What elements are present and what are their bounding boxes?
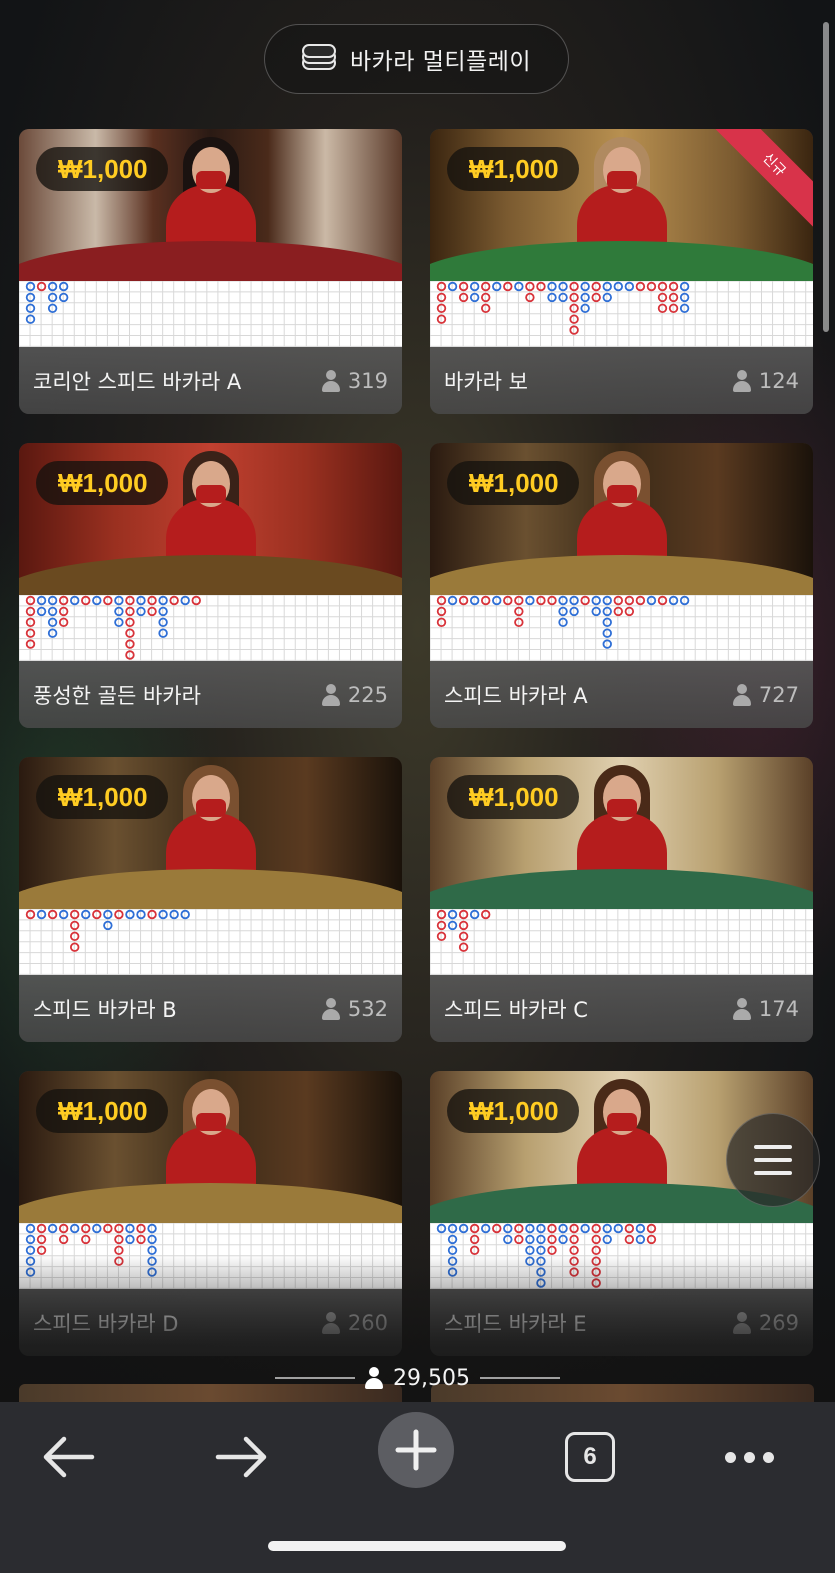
- table-title: 스피드 바카라 C: [444, 997, 588, 1022]
- live-dealer-video: ₩1,000: [430, 757, 813, 909]
- lobby-title-pill[interactable]: 바카라 멀티플레이: [264, 24, 569, 94]
- table-title: 스피드 바카라 E: [444, 1311, 587, 1336]
- player-count-value: 174: [758, 996, 799, 1021]
- player-count: 319: [321, 368, 388, 393]
- bead-road: [430, 281, 813, 347]
- live-dealer-video: ₩1,000 신규: [430, 129, 813, 281]
- table-card[interactable]: ₩1,000 스피드 바카라 A 727: [430, 443, 813, 728]
- table-info: 코리안 스피드 바카라 A 319: [19, 347, 402, 414]
- bet-limit-badge: ₩1,000: [447, 775, 579, 819]
- player-count: 269: [732, 1310, 799, 1335]
- person-icon: [365, 1367, 383, 1389]
- player-count: 532: [321, 996, 388, 1021]
- table-card[interactable]: ₩1,000 코리안 스피드 바카라 A 319: [19, 129, 402, 414]
- player-count-value: 269: [758, 1310, 799, 1335]
- person-icon: [732, 369, 751, 392]
- table-card[interactable]: ₩1,000 스피드 바카라 B 532: [19, 757, 402, 1042]
- forward-button[interactable]: [197, 1412, 287, 1502]
- table-title: 스피드 바카라 A: [444, 683, 588, 708]
- live-dealer-video: ₩1,000: [19, 443, 402, 595]
- live-dealer-video: ₩1,000: [430, 443, 813, 595]
- live-dealer-video: ₩1,000: [19, 757, 402, 909]
- person-icon: [321, 683, 340, 706]
- player-count-value: 225: [347, 682, 388, 707]
- live-dealer-video: ₩1,000: [19, 129, 402, 281]
- page-title: 바카라 멀티플레이: [349, 49, 532, 75]
- player-count-value: 727: [758, 682, 799, 707]
- back-arrow-icon: [43, 1436, 95, 1478]
- bet-limit-badge: ₩1,000: [36, 1089, 168, 1133]
- bet-limit-badge: ₩1,000: [447, 147, 579, 191]
- table-title: 바카라 보: [444, 369, 528, 394]
- back-button[interactable]: [23, 1412, 113, 1502]
- table-title: 풍성한 골든 바카라: [33, 683, 201, 708]
- person-icon: [321, 1311, 340, 1334]
- person-icon: [732, 997, 751, 1020]
- person-icon: [321, 369, 340, 392]
- bead-road: [19, 909, 402, 975]
- table-info: 스피드 바카라 C 174: [430, 975, 813, 1042]
- new-tab-button[interactable]: [378, 1412, 454, 1488]
- bet-limit-badge: ₩1,000: [36, 461, 168, 505]
- player-count-value: 532: [347, 996, 388, 1021]
- table-title: 코리안 스피드 바카라 A: [33, 369, 242, 394]
- menu-button[interactable]: [726, 1113, 820, 1207]
- person-icon: [732, 1311, 751, 1334]
- player-count-value: 319: [347, 368, 388, 393]
- more-dots-icon: [724, 1451, 774, 1463]
- bead-road: [19, 1223, 402, 1289]
- player-count: 727: [732, 682, 799, 707]
- player-count: 124: [732, 368, 799, 393]
- bead-road: [19, 281, 402, 347]
- table-card[interactable]: ₩1,000 스피드 바카라 E 269: [430, 1071, 813, 1356]
- person-icon: [321, 997, 340, 1020]
- forward-arrow-icon: [215, 1436, 267, 1478]
- person-icon: [732, 683, 751, 706]
- table-info: 스피드 바카라 E 269: [430, 1289, 813, 1356]
- table-info: 스피드 바카라 B 532: [19, 975, 402, 1042]
- table-card[interactable]: ₩1,000 풍성한 골든 바카라 225: [19, 443, 402, 728]
- table-info: 바카라 보 124: [430, 347, 813, 414]
- table-title: 스피드 바카라 B: [33, 997, 177, 1022]
- table-title: 스피드 바카라 D: [33, 1311, 179, 1336]
- player-count-value: 124: [758, 368, 799, 393]
- home-indicator: [268, 1541, 566, 1551]
- bet-limit-badge: ₩1,000: [36, 775, 168, 819]
- bead-road: [430, 909, 813, 975]
- player-count: 174: [732, 996, 799, 1021]
- total-players: 29,505: [0, 1362, 835, 1394]
- plus-icon: [395, 1429, 437, 1471]
- more-button[interactable]: [704, 1412, 794, 1502]
- table-card[interactable]: ₩1,000 스피드 바카라 C 174: [430, 757, 813, 1042]
- bet-limit-badge: ₩1,000: [447, 461, 579, 505]
- chips-stack-icon: [301, 44, 336, 74]
- player-count: 225: [321, 682, 388, 707]
- total-players-count: 29,505: [393, 1365, 470, 1391]
- bead-road: [19, 595, 402, 661]
- player-count-value: 260: [347, 1310, 388, 1335]
- live-dealer-video: ₩1,000: [19, 1071, 402, 1223]
- bead-road: [430, 595, 813, 661]
- scrollbar[interactable]: [823, 22, 829, 332]
- table-info: 스피드 바카라 A 727: [430, 661, 813, 728]
- hamburger-menu-icon: [754, 1145, 792, 1149]
- player-count: 260: [321, 1310, 388, 1335]
- bet-limit-badge: ₩1,000: [36, 147, 168, 191]
- tab-count: 6: [565, 1432, 615, 1482]
- table-info: 스피드 바카라 D 260: [19, 1289, 402, 1356]
- table-card[interactable]: ₩1,000 스피드 바카라 D 260: [19, 1071, 402, 1356]
- table-info: 풍성한 골든 바카라 225: [19, 661, 402, 728]
- bet-limit-badge: ₩1,000: [447, 1089, 579, 1133]
- tabs-button[interactable]: 6: [545, 1412, 635, 1502]
- bead-road: [430, 1223, 813, 1289]
- table-card[interactable]: ₩1,000 신규 바카라 보 124: [430, 129, 813, 414]
